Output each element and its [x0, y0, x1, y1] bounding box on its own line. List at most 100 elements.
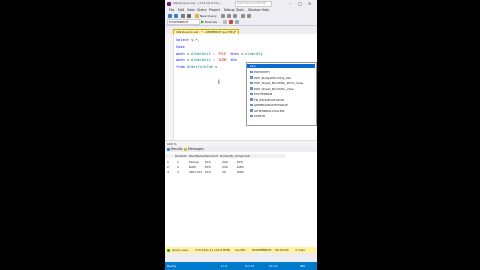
autocomplete-item[interactable]: MONTH	[250, 114, 265, 118]
column-header: OrderID	[175, 154, 187, 158]
menu-debug[interactable]: Debug	[224, 8, 234, 12]
maximize-icon[interactable]: □	[298, 1, 302, 6]
menu-file[interactable]: File	[169, 8, 174, 12]
autocomplete-item[interactable]: EOP_Sheet_MonthNo_View	[250, 87, 294, 91]
autocomplete-item[interactable]: ESTHERBAB	[250, 92, 272, 96]
results-grid[interactable]: OrderID ItemName ItemUnit OrderQty Order…	[165, 152, 317, 247]
open-file-icon[interactable]	[181, 14, 185, 18]
table-cell: DZN	[237, 165, 244, 169]
query-status-text: Query exe...	[172, 248, 191, 252]
table-cell: PCS	[205, 160, 211, 164]
cut-icon[interactable]	[221, 14, 225, 18]
code-line-2: Case	[176, 45, 185, 49]
autocomplete-selected-row[interactable]	[247, 64, 315, 68]
table-cell: 240	[222, 165, 228, 169]
menu-window[interactable]: Window	[248, 8, 261, 12]
column-header: OrderUnit	[235, 154, 250, 158]
editor-gutter	[165, 34, 174, 140]
row-number: 3	[167, 170, 169, 174]
new-query-icon[interactable]	[195, 14, 199, 18]
menu-tools[interactable]: Tools	[236, 8, 244, 12]
back-icon[interactable]	[168, 14, 172, 18]
table-cell: PCS	[205, 170, 211, 174]
function-icon	[250, 70, 253, 74]
tab-results[interactable]: Results	[171, 147, 183, 151]
autocomplete-typed: kbu	[250, 64, 256, 68]
status-column: Col 27	[245, 264, 255, 268]
status-char: Ch 27	[269, 264, 278, 268]
tab-messages[interactable]: Messages	[188, 147, 204, 151]
autocomplete-item[interactable]: EOP_BudgetMonthly_Tab	[250, 76, 291, 80]
debug-icon[interactable]	[223, 20, 227, 24]
success-icon	[167, 248, 170, 252]
save-icon[interactable]	[187, 14, 191, 18]
column-header: OrderQty	[220, 154, 234, 158]
messages-icon	[184, 147, 187, 151]
row-number: 1	[167, 160, 169, 164]
function-icon	[250, 114, 253, 118]
results-grid-icon	[167, 147, 170, 151]
code-line-1: select s.*,	[176, 38, 200, 42]
column-header: ItemName	[189, 154, 205, 158]
close-icon[interactable]: ✕	[308, 1, 311, 6]
zoom-select[interactable]: 100 %	[167, 142, 177, 146]
menu-view[interactable]: View	[187, 8, 195, 12]
ssms-logo-icon	[167, 1, 171, 6]
table-cell: RAM	[189, 165, 196, 169]
execute-icon[interactable]: ▶	[201, 19, 204, 24]
table-cell: 3	[177, 170, 179, 174]
paste-icon[interactable]	[233, 14, 237, 18]
elapsed-time: 00:00:00	[275, 248, 289, 252]
menu-edit[interactable]: Edit	[178, 8, 184, 12]
view-icon	[250, 81, 253, 85]
execute-button[interactable]: Execute	[205, 20, 217, 24]
view-icon	[250, 87, 253, 90]
table-cell: 2	[177, 165, 179, 169]
redo-icon[interactable]	[247, 14, 251, 18]
query-status-bar: Query exe... 172.16.0.21 (14.0 RTM) sa (…	[165, 247, 317, 253]
server-info: 172.16.0.21 (14.0 RTM)	[195, 248, 231, 252]
mouse-cursor-icon: I	[218, 79, 220, 86]
table-cell: PCS	[205, 165, 211, 169]
function-icon	[250, 103, 253, 107]
user-info: sa (56)	[235, 248, 246, 252]
title-bar: SQLQuery1.sql - (172.16.0.21)... Quick L…	[165, 0, 317, 7]
parse-icon[interactable]	[235, 20, 239, 24]
autocomplete-item[interactable]: GETEOBPALCUALEIR	[250, 109, 285, 113]
row-number: 2	[167, 165, 169, 169]
status-bar: Ready Ln 4 Col 27 Ch 27 INS	[165, 262, 317, 270]
new-query-button[interactable]: New Query	[200, 14, 217, 18]
function-icon	[250, 98, 253, 101]
database-info: ECOMMERCE	[252, 248, 272, 252]
table-cell: SDD 512	[189, 170, 203, 174]
status-mode: INS	[300, 264, 306, 268]
menu-help[interactable]: Help	[262, 8, 269, 12]
code-line-3: when s.OrderUnit = 'PCS' then s.OrderQty	[176, 52, 263, 56]
autocomplete-item[interactable]: GENERASEANTIKSRAIP	[250, 103, 288, 107]
column-header: ItemUnit	[205, 154, 218, 158]
code-line-4: when s.OrderUnit = 'DZN' the	[176, 58, 237, 62]
row-count: 3 rows	[295, 248, 305, 252]
undo-icon[interactable]	[241, 14, 245, 18]
autocomplete-item[interactable]: EOP_Sheet_MonthNo_DCTL_View	[250, 81, 303, 85]
forward-icon[interactable]	[174, 14, 178, 18]
cancel-query-icon[interactable]	[229, 20, 233, 24]
table-cell: 1	[177, 160, 179, 164]
status-line: Ln 4	[221, 264, 228, 268]
menu-project[interactable]: Project	[209, 8, 220, 12]
database-select[interactable]: ECOMMERCE	[167, 19, 200, 25]
window-title: SQLQuery1.sql - (172.16.0.21)...	[173, 1, 222, 5]
ssms-window: SQLQuery1.sql - (172.16.0.21)... Quick L…	[165, 0, 317, 270]
table-cell: 200	[222, 160, 228, 164]
table-cell: PCS	[237, 160, 243, 164]
autocomplete-item[interactable]: FN_ESHLBOOTGE4H	[250, 98, 284, 102]
autocomplete-popup[interactable]: kbu EOMONTH EOP_BudgetMonthly_Tab EOP_Sh…	[246, 62, 317, 126]
menu-query[interactable]: Query	[197, 8, 207, 12]
table-cell: 20	[222, 170, 226, 174]
minimize-icon[interactable]: –	[289, 1, 291, 6]
function-icon	[250, 109, 253, 112]
copy-icon[interactable]	[227, 14, 231, 18]
table-cell: DZN	[237, 170, 244, 174]
table-icon	[250, 76, 253, 79]
autocomplete-item[interactable]: EOMONTH	[250, 70, 270, 74]
